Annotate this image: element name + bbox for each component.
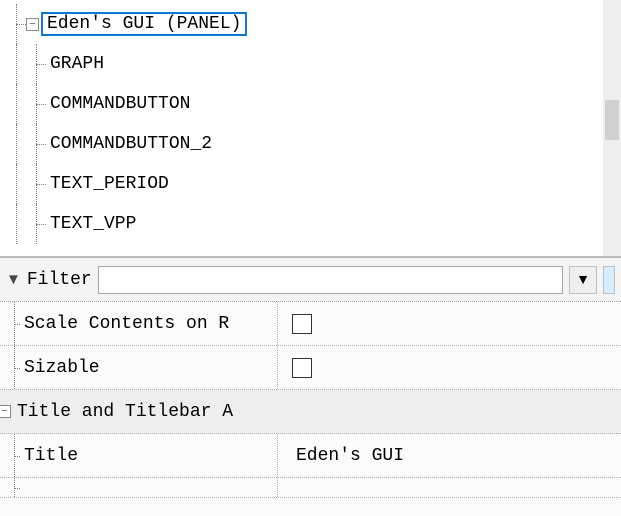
prop-label: Title <box>20 446 82 466</box>
property-grid: Scale Contents on R Sizable − Title and … <box>0 302 621 498</box>
tree-node-text-period[interactable]: TEXT_PERIOD <box>6 164 621 204</box>
checkbox[interactable] <box>292 314 312 334</box>
tree-label: Eden's GUI (PANEL) <box>41 12 247 36</box>
prop-cutoff <box>0 478 621 498</box>
filter-bar: ▼ Filter ▼ <box>0 258 621 302</box>
tree-node-text-vpp[interactable]: TEXT_VPP <box>6 204 621 244</box>
prop-scale-contents[interactable]: Scale Contents on R <box>0 302 621 346</box>
tree-node-graph[interactable]: GRAPH <box>6 44 621 84</box>
prop-label: Scale Contents on R <box>20 314 233 334</box>
tree-node-commandbutton[interactable]: COMMANDBUTTON <box>6 84 621 124</box>
funnel-icon: ▼ <box>6 271 21 288</box>
tree-label: TEXT_VPP <box>46 214 140 234</box>
prop-value[interactable]: Eden's GUI <box>292 446 408 466</box>
filter-label: Filter <box>27 270 92 290</box>
object-tree: − Eden's GUI (PANEL) GRAPH COMMANDBUTTON… <box>0 0 621 258</box>
filter-menu-button[interactable]: ▼ <box>569 266 597 294</box>
tree-label: GRAPH <box>46 54 108 74</box>
tree-label: TEXT_PERIOD <box>46 174 173 194</box>
prop-label: Sizable <box>20 358 104 378</box>
filter-input[interactable] <box>98 266 563 294</box>
prop-label: Title and Titlebar A <box>13 402 237 422</box>
tree-label: COMMANDBUTTON <box>46 94 194 114</box>
collapse-icon[interactable]: − <box>0 405 11 418</box>
tree-node-commandbutton-2[interactable]: COMMANDBUTTON_2 <box>6 124 621 164</box>
properties-pane: ▼ Filter ▼ Scale Contents on R Sizable <box>0 258 621 516</box>
collapse-icon[interactable]: − <box>26 18 39 31</box>
prop-group-title[interactable]: − Title and Titlebar A <box>0 390 621 434</box>
prop-title[interactable]: Title Eden's GUI <box>0 434 621 478</box>
prop-sizable[interactable]: Sizable <box>0 346 621 390</box>
tree-label: COMMANDBUTTON_2 <box>46 134 216 154</box>
filter-extra-button[interactable] <box>603 266 615 294</box>
tree-node-panel[interactable]: − Eden's GUI (PANEL) <box>6 4 621 44</box>
checkbox[interactable] <box>292 358 312 378</box>
